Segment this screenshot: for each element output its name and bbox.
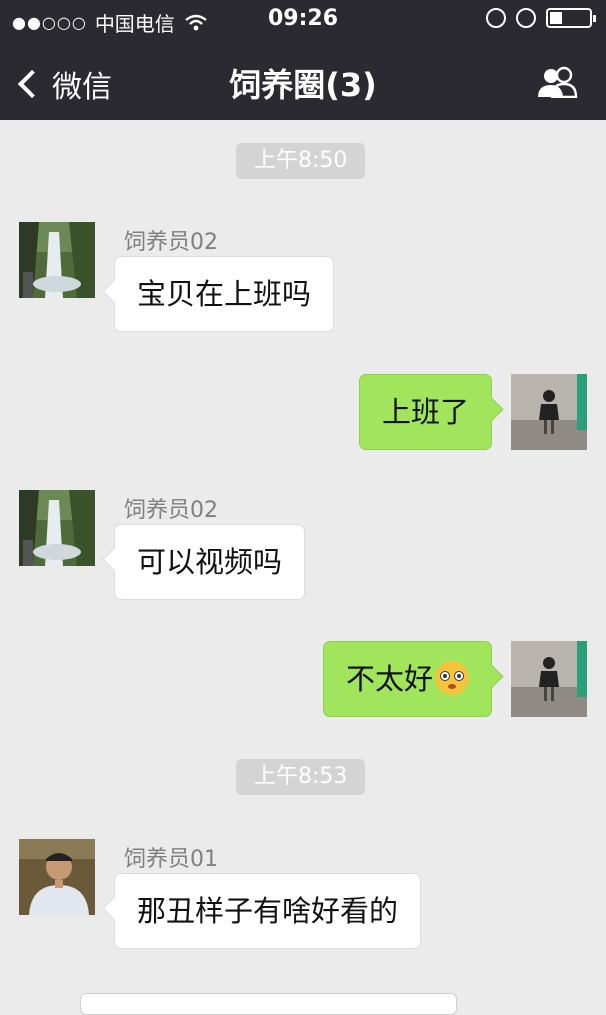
timestamp-pill: 上午8:50 — [236, 143, 366, 179]
message-bubble-incoming[interactable]: 那丑样子有啥好看的 — [114, 873, 422, 949]
avatar[interactable] — [511, 641, 587, 717]
message-input[interactable] — [80, 993, 457, 1015]
message-text: 上班了 — [381, 395, 469, 429]
avatar[interactable] — [511, 374, 587, 450]
waterfall-avatar-image — [19, 222, 95, 298]
nav-bar: 微信 饲养圈(3) — [0, 40, 606, 120]
alarm-clock-icon — [516, 8, 536, 28]
message-text: 不太好 — [345, 662, 433, 696]
chat-title: 饲养圈(3) — [229, 66, 377, 104]
avatar[interactable] — [19, 839, 95, 915]
flushed-face-emoji-icon — [435, 661, 469, 695]
message-text: 那丑样子有啥好看的 — [137, 894, 399, 928]
message-text: 宝贝在上班吗 — [137, 277, 312, 311]
message-bubble-outgoing[interactable]: 上班了 — [358, 374, 492, 450]
rotation-lock-icon — [486, 8, 506, 28]
message-text: 可以视频吗 — [137, 545, 283, 579]
status-right — [486, 8, 596, 28]
girl-avatar-image — [511, 641, 587, 717]
girl-avatar-image — [511, 374, 587, 450]
message-bubble-outgoing[interactable]: 不太好 — [322, 641, 492, 717]
message-bubble-incoming[interactable]: 宝贝在上班吗 — [114, 256, 335, 332]
status-bar: ●●○○○ 中国电信 09:26 — [0, 0, 606, 40]
sender-name: 饲养员02 — [124, 498, 218, 523]
waterfall-avatar-image — [19, 490, 95, 566]
battery-icon — [546, 8, 596, 28]
man-avatar-image — [19, 839, 95, 915]
sender-name: 饲养员01 — [124, 847, 218, 872]
group-members-icon[interactable] — [534, 66, 580, 98]
message-bubble-incoming[interactable]: 可以视频吗 — [114, 524, 306, 600]
sender-name: 饲养员02 — [124, 230, 218, 255]
avatar[interactable] — [19, 222, 95, 298]
timestamp-pill: 上午8:53 — [236, 759, 366, 795]
avatar[interactable] — [19, 490, 95, 566]
